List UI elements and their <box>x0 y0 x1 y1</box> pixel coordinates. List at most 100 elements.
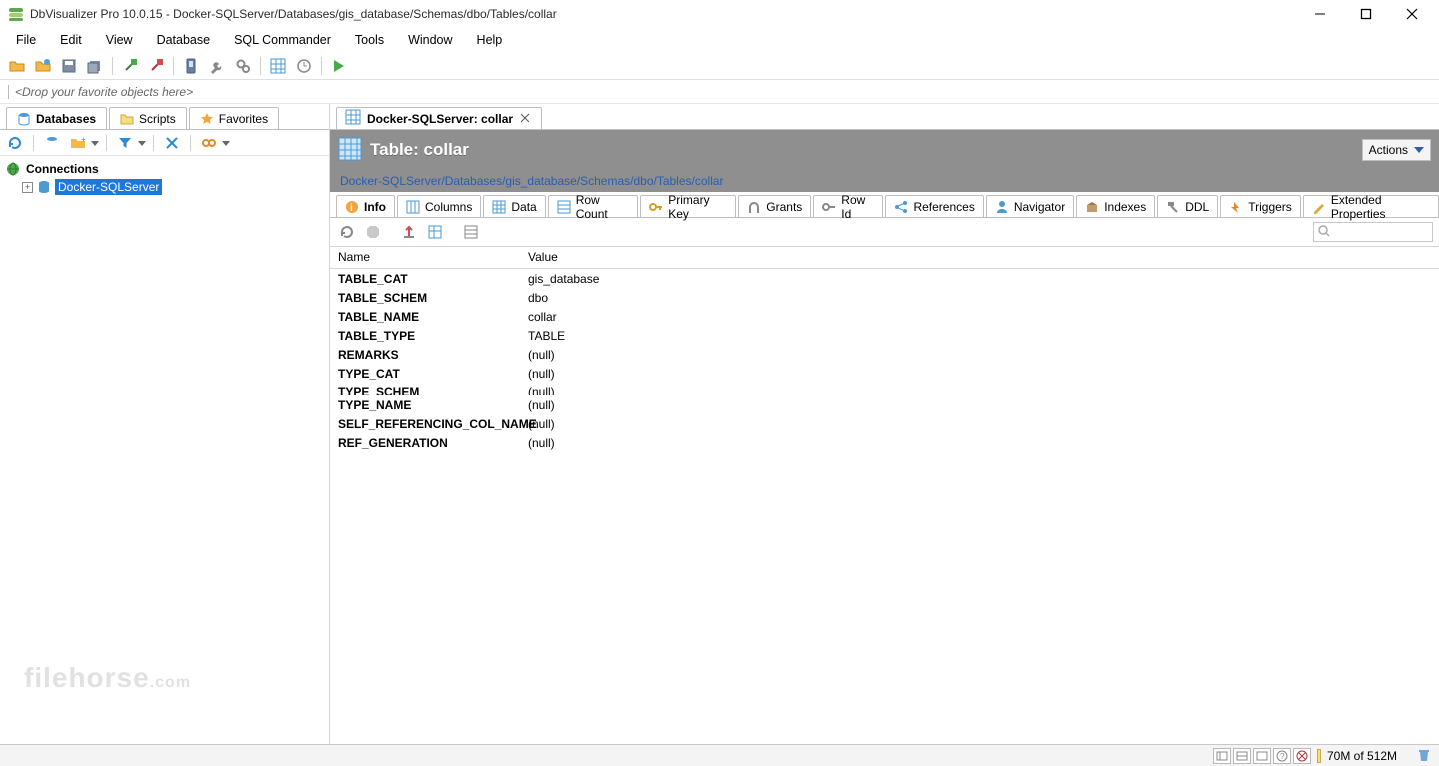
info-icon: i <box>345 200 359 214</box>
new-database-button[interactable] <box>32 55 54 77</box>
toolbar-separator <box>321 57 322 75</box>
tree-item-docker-sqlserver[interactable]: + Docker-SQLServer <box>2 178 327 196</box>
table-row[interactable]: TABLE_NAMEcollar <box>330 307 1439 326</box>
stop-button[interactable] <box>362 221 384 243</box>
tab-favorites[interactable]: Favorites <box>189 107 279 129</box>
actions-dropdown[interactable]: Actions <box>1362 139 1431 161</box>
form-view-button[interactable] <box>460 221 482 243</box>
clock-button[interactable] <box>293 55 315 77</box>
wrench-button[interactable] <box>206 55 228 77</box>
info-name: REF_GENERATION <box>330 436 520 450</box>
trash-icon[interactable] <box>1417 748 1433 764</box>
db-action-1[interactable] <box>41 132 63 154</box>
close-button[interactable] <box>1389 0 1435 28</box>
table-row[interactable]: TABLE_CATgis_database <box>330 269 1439 288</box>
dropdown-icon[interactable] <box>222 136 230 150</box>
export-button[interactable] <box>398 221 420 243</box>
disconnect-button[interactable] <box>145 55 167 77</box>
save-all-button[interactable] <box>84 55 106 77</box>
dtab-rowcount[interactable]: Row Count <box>548 195 639 217</box>
info-value: (null) <box>520 436 563 450</box>
menu-window[interactable]: Window <box>398 31 462 49</box>
rowcount-icon <box>557 200 571 214</box>
run-button[interactable] <box>328 55 350 77</box>
dtab-primarykey[interactable]: Primary Key <box>640 195 736 217</box>
col-value[interactable]: Value <box>520 247 566 268</box>
search-box[interactable] <box>1313 222 1433 242</box>
tab-label: Favorites <box>219 112 268 126</box>
sb-help[interactable]: ? <box>1273 748 1291 764</box>
table-row[interactable]: REMARKS(null) <box>330 345 1439 364</box>
close-tab-button[interactable] <box>519 112 533 126</box>
dtab-navigator[interactable]: Navigator <box>986 195 1074 217</box>
dtab-grants[interactable]: Grants <box>738 195 811 217</box>
dtab-data[interactable]: Data <box>483 195 545 217</box>
filter-button[interactable] <box>114 132 136 154</box>
expand-icon[interactable]: + <box>22 182 33 193</box>
menu-edit[interactable]: Edit <box>50 31 92 49</box>
info-name: REMARKS <box>330 348 520 362</box>
dtab-triggers[interactable]: Triggers <box>1220 195 1301 217</box>
sb-cancel[interactable] <box>1293 748 1311 764</box>
connect-button[interactable] <box>119 55 141 77</box>
table-row[interactable]: TABLE_TYPETABLE <box>330 326 1439 345</box>
dropdown-icon[interactable] <box>91 136 99 150</box>
tab-databases[interactable]: Databases <box>6 107 107 129</box>
left-toolbar: + <box>0 130 329 156</box>
table-row[interactable]: TABLE_SCHEMdbo <box>330 288 1439 307</box>
device-button[interactable] <box>180 55 202 77</box>
reload-button[interactable] <box>336 221 358 243</box>
grid-button[interactable] <box>267 55 289 77</box>
gears-button[interactable] <box>232 55 254 77</box>
search-input[interactable] <box>1334 225 1428 239</box>
dtab-rowid[interactable]: Row Id <box>813 195 883 217</box>
dtab-references[interactable]: References <box>885 195 983 217</box>
dtab-extprops[interactable]: Extended Properties <box>1303 195 1439 217</box>
menu-view[interactable]: View <box>96 31 143 49</box>
table-row[interactable]: SELF_REFERENCING_COL_NAME(null) <box>330 414 1439 433</box>
tree-item-label: Docker-SQLServer <box>55 179 162 195</box>
database-tree[interactable]: Connections + Docker-SQLServer <box>0 156 329 744</box>
table-row[interactable]: TYPE_SCHEM(null) <box>330 383 1439 395</box>
table-row[interactable]: TYPE_NAME(null) <box>330 395 1439 414</box>
menu-help[interactable]: Help <box>467 31 513 49</box>
grid-icon <box>492 200 506 214</box>
info-value: collar <box>520 310 565 324</box>
table-row[interactable]: REF_GENERATION(null) <box>330 433 1439 452</box>
breadcrumb-path[interactable]: Docker-SQLServer/Databases/gis_database/… <box>340 174 724 188</box>
dtab-indexes[interactable]: Indexes <box>1076 195 1155 217</box>
tab-label: Scripts <box>139 112 176 126</box>
open-folder-button[interactable] <box>6 55 28 77</box>
favorites-drop-area[interactable]: <Drop your favorite objects here> <box>0 80 1439 104</box>
menu-database[interactable]: Database <box>147 31 221 49</box>
table-header: Table: collar Actions <box>330 130 1439 170</box>
toolbar-separator <box>112 57 113 75</box>
table-row[interactable]: TYPE_CAT(null) <box>330 364 1439 383</box>
editor-tab-collar[interactable]: Docker-SQLServer: collar <box>336 107 542 129</box>
collapse-button[interactable] <box>161 132 183 154</box>
minimize-button[interactable] <box>1297 0 1343 28</box>
link-button[interactable] <box>198 132 220 154</box>
window-titlebar: DbVisualizer Pro 10.0.15 - Docker-SQLSer… <box>0 0 1439 28</box>
dropdown-icon[interactable] <box>138 136 146 150</box>
sb-layout-1[interactable] <box>1213 748 1231 764</box>
col-name[interactable]: Name <box>330 247 520 268</box>
menu-file[interactable]: File <box>6 31 46 49</box>
svg-text:+: + <box>81 135 86 144</box>
tab-scripts[interactable]: Scripts <box>109 107 187 129</box>
save-button[interactable] <box>58 55 80 77</box>
menu-tools[interactable]: Tools <box>345 31 394 49</box>
sb-layout-3[interactable] <box>1253 748 1271 764</box>
sb-layout-2[interactable] <box>1233 748 1251 764</box>
refresh-button[interactable] <box>4 132 26 154</box>
menu-sql-commander[interactable]: SQL Commander <box>224 31 341 49</box>
maximize-button[interactable] <box>1343 0 1389 28</box>
dtab-info[interactable]: iInfo <box>336 195 395 217</box>
tree-root[interactable]: Connections <box>2 160 327 178</box>
dtab-columns[interactable]: Columns <box>397 195 481 217</box>
db-action-2[interactable]: + <box>67 132 89 154</box>
dtab-ddl[interactable]: DDL <box>1157 195 1218 217</box>
info-table-header: Name Value <box>330 247 1439 269</box>
show-grid-button[interactable] <box>424 221 446 243</box>
svg-text:i: i <box>350 203 353 214</box>
